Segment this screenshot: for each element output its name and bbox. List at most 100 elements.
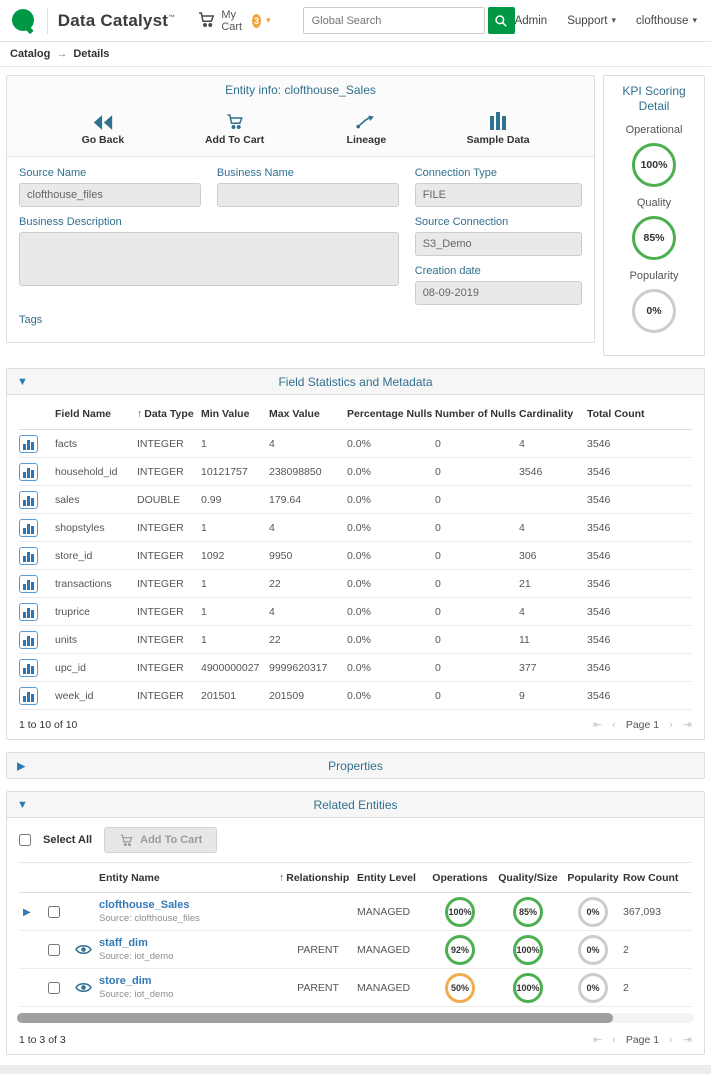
pagination-first-button[interactable]: ⇤ — [593, 1033, 602, 1046]
user-caret-down-icon: ▾ — [692, 15, 697, 25]
eye-icon[interactable] — [67, 981, 99, 994]
col-data-type[interactable]: ↑ Data Type — [137, 408, 201, 420]
add-to-cart-button[interactable]: Add To Cart — [200, 110, 270, 146]
field-chart-button[interactable] — [19, 686, 38, 705]
field-chart-button[interactable] — [19, 658, 38, 677]
pagination-prev-button[interactable]: ‹ — [612, 719, 616, 731]
number-of-nulls-cell: 0 — [435, 521, 441, 534]
col-row-count[interactable]: Row Count — [623, 872, 679, 884]
business-name-field-group: Business Name — [216, 167, 399, 207]
pagination-last-button[interactable]: ⇥ — [683, 1033, 692, 1046]
col-total-count[interactable]: Total Count — [587, 408, 657, 420]
row-count-cell: 367,093 — [623, 905, 661, 918]
business-description-textarea[interactable] — [19, 232, 399, 286]
pagination-next-button[interactable]: › — [669, 719, 673, 731]
col-relationship[interactable]: ↑ Relationship — [279, 872, 357, 884]
max-value-cell: 179.64 — [269, 493, 302, 506]
field-chart-button[interactable] — [19, 518, 38, 537]
row-checkbox[interactable] — [48, 943, 60, 956]
entity-name-cell: staff_dim Source: iot_demo — [99, 937, 279, 962]
min-value-cell: 0.99 — [201, 493, 222, 506]
entity-name-link[interactable]: staff_dim — [99, 937, 148, 949]
cardinality-cell: 11 — [519, 633, 530, 646]
number-of-nulls-cell: 0 — [435, 577, 441, 590]
field-chart-button[interactable] — [19, 630, 38, 649]
field-chart-button[interactable] — [19, 546, 38, 565]
col-entity-level[interactable]: Entity Level — [357, 872, 427, 884]
entity-name-link[interactable]: store_dim — [99, 975, 152, 987]
admin-menu-item[interactable]: Admin — [515, 15, 548, 27]
kpi-scoring-panel: KPI Scoring Detail Operational 100% Qual… — [603, 75, 705, 356]
global-search-input[interactable] — [302, 7, 485, 34]
connection-type-input[interactable] — [414, 183, 582, 207]
field-stats-row: household_id INTEGER 10121757 238098850 … — [19, 458, 692, 486]
entity-source-label: Source: iot_demo — [99, 989, 174, 1000]
data-type-cell: DOUBLE — [137, 493, 181, 506]
data-type-cell: INTEGER — [137, 577, 184, 590]
entity-level-cell: MANAGED — [357, 943, 411, 956]
field-name-cell: household_id — [55, 465, 118, 478]
eye-icon[interactable] — [67, 943, 99, 956]
row-expand-icon[interactable]: ▶ — [19, 907, 31, 918]
properties-collapse-icon[interactable]: ▶ — [17, 759, 25, 772]
col-min-value[interactable]: Min Value — [201, 408, 269, 420]
col-max-value[interactable]: Max Value — [269, 408, 347, 420]
entity-name-cell: clofthouse_Sales Source: clofthouse_file… — [99, 899, 279, 924]
source-name-input[interactable] — [19, 183, 201, 207]
top-row: Entity info: clofthouse_Sales Go Back Ad… — [6, 75, 705, 356]
search-button[interactable] — [487, 7, 515, 34]
row-checkbox[interactable] — [48, 981, 60, 994]
field-chart-button[interactable] — [19, 574, 38, 593]
field-chart-button[interactable] — [19, 462, 38, 481]
support-menu[interactable]: Support ▾ — [567, 15, 616, 27]
entity-form: Source Name Business Name Connection Typ… — [7, 157, 594, 342]
cardinality-cell: 4 — [519, 605, 525, 618]
field-stats-collapse-icon[interactable]: ▼ — [17, 376, 28, 388]
my-cart-menu[interactable]: My Cart 3 ▾ — [197, 9, 271, 33]
col-field-name[interactable]: Field Name — [55, 408, 137, 420]
field-name-cell: transactions — [55, 577, 112, 590]
brand-trademark: ™ — [168, 13, 176, 21]
number-of-nulls-cell: 0 — [435, 493, 441, 506]
field-stats-row: shopstyles INTEGER 1 4 0.0% 0 4 3546 — [19, 514, 692, 542]
field-chart-button[interactable] — [19, 602, 38, 621]
select-all-checkbox[interactable] — [19, 834, 31, 846]
pagination-page-label: Page 1 — [625, 1033, 660, 1046]
business-name-input[interactable] — [216, 183, 399, 207]
breadcrumb-catalog[interactable]: Catalog — [10, 48, 50, 60]
sample-data-button[interactable]: Sample Data — [463, 110, 533, 146]
kpi-quality-label: Quality — [636, 197, 672, 209]
source-connection-label: Source Connection — [414, 216, 509, 228]
col-entity-name[interactable]: Entity Name — [99, 872, 279, 884]
creation-date-input[interactable] — [414, 281, 582, 305]
pagination-next-button[interactable]: › — [669, 1034, 673, 1046]
source-connection-input[interactable] — [414, 232, 582, 256]
field-chart-button[interactable] — [19, 490, 38, 509]
col-quality-size[interactable]: Quality/Size — [493, 872, 563, 884]
col-cardinality[interactable]: Cardinality — [519, 408, 587, 420]
related-title: Related Entities — [313, 798, 398, 812]
col-popularity[interactable]: Popularity — [563, 872, 623, 884]
field-chart-button[interactable] — [19, 434, 38, 453]
row-checkbox[interactable] — [48, 905, 60, 918]
pagination-prev-button[interactable]: ‹ — [612, 1034, 616, 1046]
entity-name-link[interactable]: clofthouse_Sales — [99, 899, 189, 911]
col-operations[interactable]: Operations — [427, 872, 493, 884]
related-collapse-icon[interactable]: ▼ — [17, 799, 28, 811]
percentage-nulls-cell: 0.0% — [347, 605, 371, 618]
user-menu[interactable]: clofthouse ▾ — [636, 15, 697, 27]
go-back-button[interactable]: Go Back — [68, 110, 138, 146]
connection-type-field-group: Connection Type — [414, 167, 582, 207]
pagination-page-label: Page 1 — [625, 718, 660, 731]
field-stats-row: facts INTEGER 1 4 0.0% 0 4 3546 — [19, 430, 692, 458]
related-add-to-cart-button[interactable]: Add To Cart — [104, 827, 218, 853]
pagination-last-button[interactable]: ⇥ — [683, 718, 692, 731]
horizontal-scrollbar-thumb[interactable] — [17, 1013, 613, 1023]
related-row: ▶ staff_dim Source: iot_demo PARENT MANA… — [19, 931, 692, 969]
lineage-button[interactable]: Lineage — [331, 110, 401, 146]
col-number-of-nulls[interactable]: Number of Nulls — [435, 408, 519, 420]
col-percentage-nulls[interactable]: Percentage Nulls — [347, 408, 435, 420]
horizontal-scrollbar[interactable] — [17, 1013, 694, 1023]
sample-data-label: Sample Data — [466, 134, 530, 146]
pagination-first-button[interactable]: ⇤ — [593, 718, 602, 731]
